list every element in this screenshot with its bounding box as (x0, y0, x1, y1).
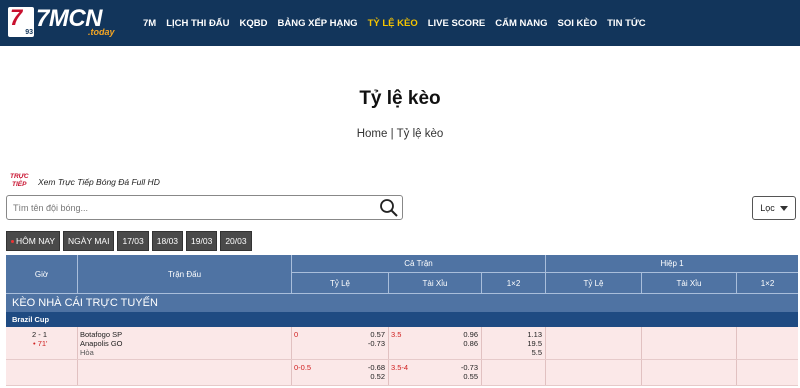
ft-handicap-cell[interactable]: 0 0.57 -0.73 (291, 327, 388, 359)
col-time-header: Giờ (34, 269, 49, 279)
live-tv-icon: TRỰC TIẾP (10, 173, 32, 191)
ft-1x2-cell[interactable]: 1.13 19.5 5.5 (481, 327, 545, 359)
ou-under-odds: 0.55 (463, 372, 478, 381)
group-fulltime-header: Cả Trận (291, 255, 545, 273)
nav-item-live-score[interactable]: LIVE SCORE (428, 18, 486, 29)
nav-item-soi-keo[interactable]: SOI KÈO (558, 18, 598, 29)
filter-dropdown[interactable]: Lọc (752, 196, 796, 220)
h1-1x2-header: 1×2 (736, 273, 798, 293)
h1-ou-header: Tài Xỉu (641, 273, 736, 293)
h1-handicap-cell[interactable] (545, 360, 641, 385)
table-row[interactable]: 0-0.5 -0.68 0.52 3.5-4 -0.73 0.55 (6, 360, 798, 386)
draw-label: Hòa (80, 348, 94, 357)
handicap-away-odds: 0.52 (370, 372, 385, 381)
match-minute: • 71' (33, 339, 48, 348)
active-dot-icon (11, 239, 14, 243)
nav-item-ty-le-keo[interactable]: TỶ LỆ KÈO (368, 18, 418, 29)
breadcrumb: Home | Tỷ lệ kèo (0, 128, 800, 140)
league-name[interactable]: Brazil Cup (6, 312, 798, 327)
table-row[interactable]: 2 - 1 • 71' Botafogo SP Anapolis GO Hòa … (6, 327, 798, 360)
chevron-down-icon (779, 205, 788, 211)
handicap-line: 0-0.5 (294, 363, 312, 372)
h1-ou-cell[interactable] (641, 360, 736, 385)
match-cell (77, 360, 291, 385)
handicap-home-odds: 0.57 (370, 330, 385, 339)
team-search-input[interactable] (13, 196, 373, 219)
h1-handicap-cell[interactable] (545, 327, 641, 359)
ft-1x2-header: 1×2 (481, 273, 545, 293)
ft-1x2-cell[interactable] (481, 360, 545, 385)
live-stream-link[interactable]: Xem Trực Tiếp Bóng Đá Full HD (38, 177, 160, 187)
odds-table: Giờ Trận Đấu Cả Trận Hiệp 1 Tỷ Lệ Tài Xỉ… (6, 255, 798, 386)
date-tab-1803[interactable]: 18/03 (151, 231, 184, 251)
h1-handicap-header: Tỷ Lệ (545, 273, 641, 293)
ft-ou-cell[interactable]: 3.5 0.96 0.86 (388, 327, 481, 359)
ft-handicap-cell[interactable]: 0-0.5 -0.68 0.52 (291, 360, 388, 385)
logo-mark: 7 93 (8, 5, 34, 37)
live-icon-line2: TIẾP (12, 181, 27, 188)
date-tab-today[interactable]: HÔM NAY (6, 231, 61, 251)
time-cell: 2 - 1 • 71' (6, 327, 77, 359)
match-cell: Botafogo SP Anapolis GO Hòa (77, 327, 291, 359)
logo-mark-digit: 7 (10, 5, 23, 30)
table-header: Giờ Trận Đấu Cả Trận Hiệp 1 Tỷ Lệ Tài Xỉ… (6, 255, 798, 293)
ou-under-odds: 0.86 (463, 339, 478, 348)
ft-handicap-header: Tỷ Lệ (291, 273, 388, 293)
date-tabs: HÔM NAY NGÀY MAI 17/03 18/03 19/03 20/03 (6, 231, 252, 251)
date-tab-1703[interactable]: 17/03 (117, 231, 149, 251)
nav-item-bang-xep-hang[interactable]: BẢNG XẾP HẠNG (278, 18, 358, 29)
top-navbar: 7 93 7MCN .today 7M LỊCH THI ĐẤU KQBD BẢ… (0, 0, 800, 46)
time-cell (6, 360, 77, 385)
home-team[interactable]: Botafogo SP (80, 330, 122, 339)
date-tab-2003[interactable]: 20/03 (220, 231, 252, 251)
date-tab-tomorrow[interactable]: NGÀY MAI (63, 231, 115, 251)
handicap-line: 0 (294, 330, 299, 339)
date-tab-1903[interactable]: 19/03 (186, 231, 218, 251)
odds-draw: 5.5 (531, 348, 542, 357)
handicap-home-odds: -0.68 (367, 363, 385, 372)
ou-over-odds: 0.96 (463, 330, 478, 339)
odds-home-win: 1.13 (527, 330, 542, 339)
main-nav: 7M LỊCH THI ĐẤU KQBD BẢNG XẾP HẠNG TỶ LỆ… (143, 0, 656, 46)
group-half-header: Hiệp 1 (545, 255, 798, 273)
breadcrumb-separator: | (390, 128, 394, 140)
breadcrumb-current: Tỷ lệ kèo (396, 128, 444, 140)
filter-label: Lọc (760, 203, 775, 213)
ft-ou-header: Tài Xỉu (388, 273, 481, 293)
ou-line: 3.5 (391, 330, 402, 339)
live-icon-line1: TRỰC (10, 173, 29, 180)
logo-mark-number: 93 (25, 29, 33, 36)
ou-line: 3.5-4 (391, 363, 409, 372)
match-score: 2 - 1 (32, 330, 48, 339)
col-match-header: Trận Đấu (77, 255, 291, 293)
away-team[interactable]: Anapolis GO (80, 339, 123, 348)
h1-ou-cell[interactable] (641, 327, 736, 359)
page-title: Tỷ lệ kèo (359, 88, 441, 109)
h1-1x2-cell[interactable] (736, 360, 798, 385)
date-tab-label: HÔM NAY (16, 236, 56, 246)
odds-away-win: 19.5 (527, 339, 542, 348)
nav-item-kqbd[interactable]: KQBD (240, 18, 268, 29)
live-stream-banner[interactable]: TRỰC TIẾP Xem Trực Tiếp Bóng Đá Full HD (10, 172, 160, 192)
nav-item-tin-tuc[interactable]: TIN TỨC (607, 18, 646, 29)
ft-ou-cell[interactable]: 3.5-4 -0.73 0.55 (388, 360, 481, 385)
site-logo[interactable]: 7 93 7MCN .today (8, 5, 126, 40)
handicap-away-odds: -0.73 (367, 339, 385, 348)
ou-over-odds: -0.73 (460, 363, 478, 372)
nav-item-lich-thi-dau[interactable]: LỊCH THI ĐẤU (166, 18, 229, 29)
match-minute-value: 71' (37, 339, 48, 348)
search-icon[interactable] (379, 198, 399, 218)
team-search-box (6, 195, 403, 220)
logo-suffix: .today (88, 27, 115, 37)
section-title: KÈO NHÀ CÁI TRỰC TUYẾN (6, 293, 798, 312)
nav-item-cam-nang[interactable]: CẨM NANG (495, 18, 547, 29)
breadcrumb-home-link[interactable]: Home (357, 128, 388, 140)
h1-1x2-cell[interactable] (736, 327, 798, 359)
nav-item-7m[interactable]: 7M (143, 18, 156, 29)
